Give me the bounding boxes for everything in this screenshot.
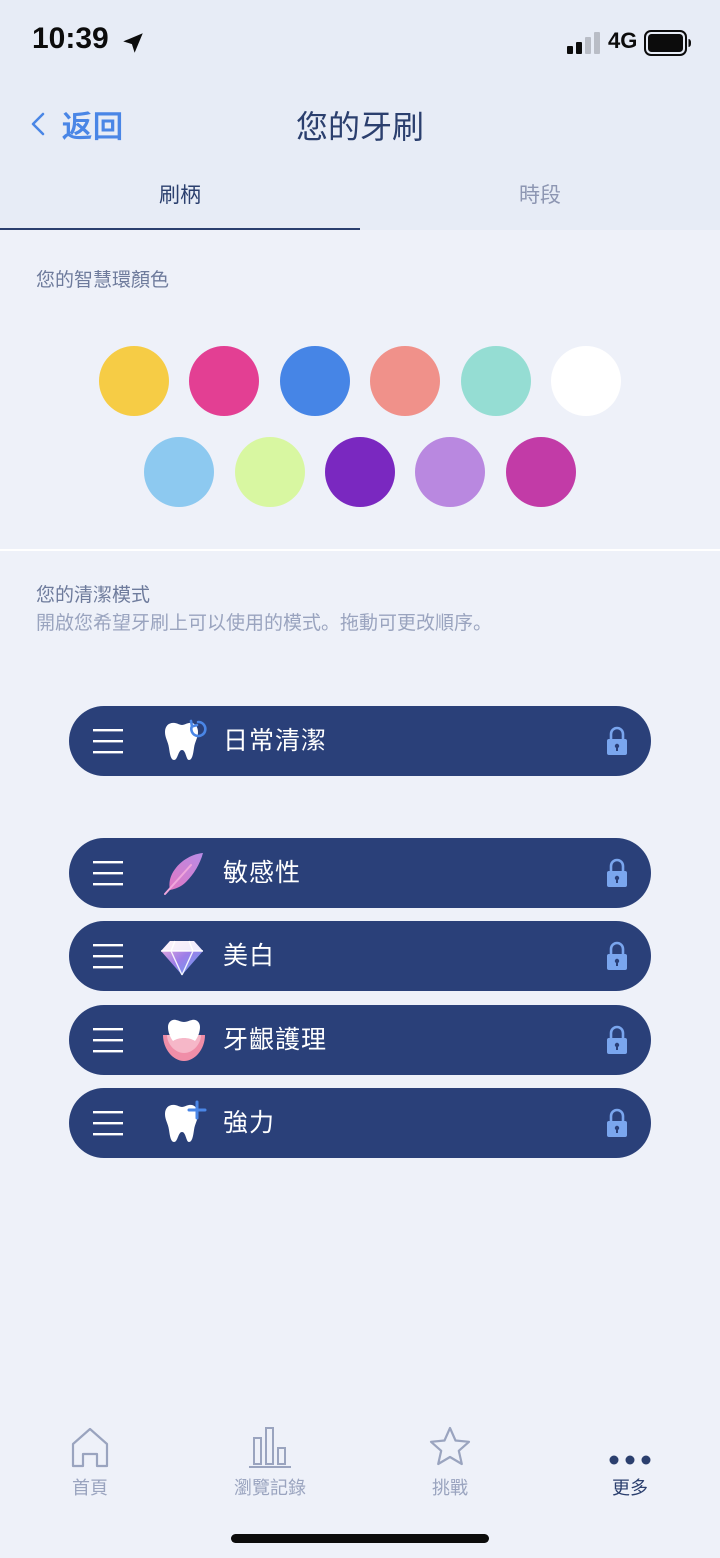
bottom-nav-label: 挑戰	[432, 1478, 468, 1499]
color-swatch-lime[interactable]	[235, 437, 305, 507]
diamond-icon	[161, 940, 203, 976]
section-divider	[0, 549, 720, 551]
drag-handle-icon[interactable]	[93, 1109, 123, 1137]
tooth-plus-icon	[165, 1100, 207, 1142]
color-swatch-blue[interactable]	[280, 346, 350, 416]
page-title: 您的牙刷	[295, 108, 424, 146]
signal-icon	[567, 32, 600, 54]
drag-handle-icon[interactable]	[93, 942, 123, 970]
bottom-nav-history[interactable]: 瀏覽記錄	[180, 1410, 360, 1510]
ring-color-label: 您的智慧環顏色	[36, 269, 170, 291]
home-icon	[71, 1427, 109, 1468]
color-swatch-purple[interactable]	[325, 437, 395, 507]
bottom-nav-label: 更多	[612, 1478, 648, 1499]
status-time: 10:39	[32, 22, 109, 55]
color-swatch-coral[interactable]	[370, 346, 440, 416]
lock-icon[interactable]	[605, 1025, 629, 1055]
mode-item-power[interactable]: 強力	[69, 1088, 651, 1158]
color-swatch-lavender[interactable]	[415, 437, 485, 507]
cleaning-mode-description: 開啟您希望牙刷上可以使用的模式。拖動可更改順序。	[36, 612, 493, 634]
bottom-nav-more[interactable]: 更多	[540, 1410, 720, 1510]
bottom-nav-label: 首頁	[72, 1478, 108, 1499]
mode-label: 牙齦護理	[223, 1025, 328, 1054]
battery-icon	[644, 30, 691, 56]
lock-icon[interactable]	[605, 941, 629, 971]
mode-label: 美白	[223, 941, 276, 970]
bar-chart-icon	[249, 1427, 291, 1468]
drag-handle-icon[interactable]	[93, 859, 123, 887]
bottom-nav-challenge[interactable]: 挑戰	[360, 1410, 540, 1510]
cleaning-mode-label: 您的清潔模式	[36, 584, 151, 606]
mode-item-gum-care[interactable]: 牙齦護理	[69, 1005, 651, 1075]
network-type: 4G	[608, 28, 638, 53]
mode-item-daily-clean[interactable]: 日常清潔	[69, 706, 651, 776]
color-swatch-pink[interactable]	[189, 346, 259, 416]
star-icon	[429, 1426, 471, 1466]
mode-item-whitening[interactable]: 美白	[69, 921, 651, 991]
lock-icon[interactable]	[605, 726, 629, 756]
drag-handle-icon[interactable]	[93, 1026, 123, 1054]
color-swatch-magenta[interactable]	[506, 437, 576, 507]
home-indicator[interactable]	[231, 1534, 489, 1543]
mode-item-sensitive[interactable]: 敏感性	[69, 838, 651, 908]
color-swatch-light-blue[interactable]	[144, 437, 214, 507]
color-swatch-mint[interactable]	[461, 346, 531, 416]
feather-icon	[164, 853, 203, 895]
tab-schedule[interactable]: 時段	[360, 158, 720, 230]
nav-bar: 返回 您的牙刷	[0, 88, 720, 158]
more-icon	[609, 1455, 651, 1465]
lock-icon[interactable]	[605, 858, 629, 888]
tab-handle[interactable]: 刷柄	[0, 158, 360, 230]
status-bar: 10:39 4G	[0, 0, 720, 88]
mode-label: 強力	[223, 1108, 276, 1137]
location-arrow-icon	[123, 33, 143, 53]
tooth-refresh-icon	[165, 719, 207, 760]
color-swatch-yellow[interactable]	[99, 346, 169, 416]
gum-care-icon	[163, 1019, 205, 1061]
mode-label: 敏感性	[223, 858, 302, 887]
bottom-nav: 首頁 瀏覽記錄 挑戰 更多	[0, 1410, 720, 1510]
drag-handle-icon[interactable]	[93, 727, 123, 755]
bottom-nav-home[interactable]: 首頁	[0, 1410, 180, 1510]
lock-icon[interactable]	[605, 1108, 629, 1138]
mode-label: 日常清潔	[223, 726, 328, 755]
tab-bar: 刷柄 時段	[0, 158, 720, 230]
color-swatch-white[interactable]	[551, 346, 621, 416]
bottom-nav-label: 瀏覽記錄	[234, 1478, 306, 1499]
